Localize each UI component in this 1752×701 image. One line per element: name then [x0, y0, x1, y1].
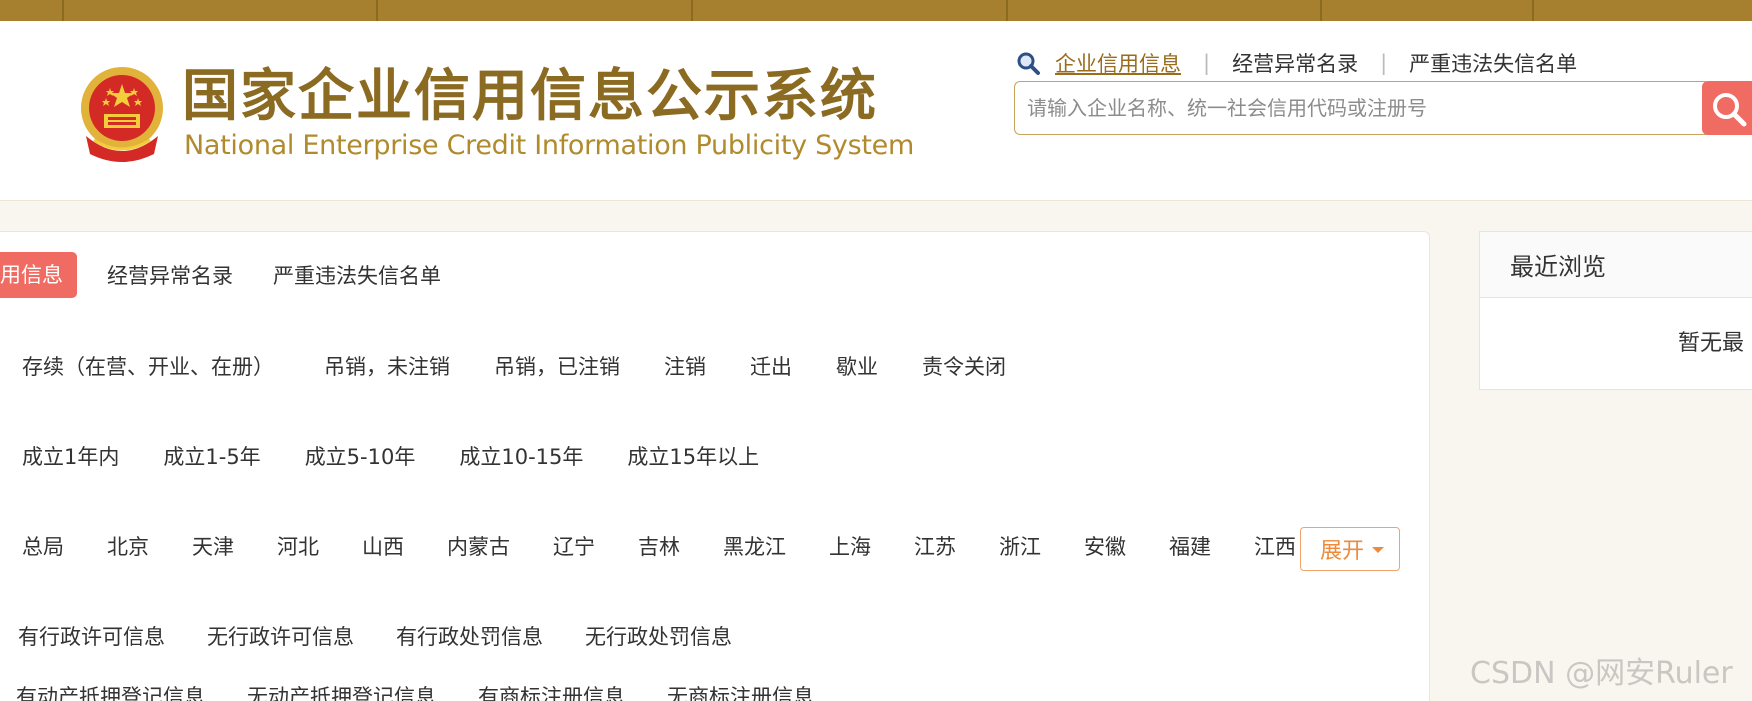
filter-row-region: 总局 北京 天津 河北 山西 内蒙古 辽宁 吉林 黑龙江 上海 江苏 浙江 安徽… — [22, 531, 1339, 561]
filter-status-option[interactable]: 注销 — [664, 351, 706, 381]
filter-status-option[interactable]: 责令关闭 — [922, 351, 1006, 381]
expand-label: 展开 — [1319, 539, 1364, 564]
filter-region-option[interactable]: 江西 — [1254, 531, 1296, 561]
filter-status-option[interactable]: 吊销，未注销 — [324, 351, 450, 381]
filter-region-option[interactable]: 辽宁 — [553, 531, 595, 561]
filter-region-option[interactable]: 福建 — [1169, 531, 1211, 561]
filter-region-option[interactable]: 天津 — [192, 531, 234, 561]
watermark: CSDN @网安Ruler — [1470, 656, 1733, 691]
filter-license-option[interactable]: 无行政许可信息 — [207, 621, 354, 651]
search-tab-blacklist[interactable]: 严重违法失信名单 — [1409, 48, 1577, 78]
filter-age-option[interactable]: 成立15年以上 — [627, 441, 759, 471]
tab-separator: | — [1380, 51, 1388, 75]
filter-status-option[interactable]: 歇业 — [836, 351, 878, 381]
banner-divider — [691, 0, 693, 21]
filter-region-option[interactable]: 总局 — [22, 531, 64, 561]
site-title-cn: 国家企业信用信息公示系统 — [182, 64, 878, 129]
filter-age-option[interactable]: 成立10-15年 — [459, 441, 583, 471]
banner-divider — [1532, 0, 1534, 21]
filter-status-option[interactable]: 存续（在营、开业、在册） — [22, 351, 274, 381]
filter-region-option[interactable]: 浙江 — [999, 531, 1041, 561]
recent-empty-text: 暂无最 — [1678, 331, 1745, 356]
filter-mortgage-option[interactable]: 有商标注册信息 — [478, 681, 625, 701]
filter-region-option[interactable]: 江苏 — [914, 531, 956, 561]
filter-row-license: 有行政许可信息 无行政许可信息 有行政处罚信息 无行政处罚信息 — [18, 621, 774, 651]
category-tab-credit[interactable]: 用信息 — [0, 252, 77, 298]
filter-row-mortgage: 有动产抵押登记信息 无动产抵押登记信息 有商标注册信息 无商标注册信息 — [16, 681, 856, 701]
search-box — [1014, 81, 1706, 135]
banner-divider — [376, 0, 378, 21]
filter-status-option[interactable]: 迁出 — [750, 351, 792, 381]
expand-regions-button[interactable]: 展开 — [1300, 527, 1400, 571]
filter-mortgage-option[interactable]: 无商标注册信息 — [667, 681, 814, 701]
filter-row-status: 存续（在营、开业、在册） 吊销，未注销 吊销，已注销 注销 迁出 歇业 责令关闭 — [22, 351, 1050, 381]
filter-license-option[interactable]: 有行政许可信息 — [18, 621, 165, 651]
filter-region-option[interactable]: 吉林 — [638, 531, 680, 561]
filter-age-option[interactable]: 成立5-10年 — [305, 441, 416, 471]
search-button[interactable] — [1702, 81, 1752, 135]
filter-row-age: 成立1年内 成立1-5年 成立5-10年 成立10-15年 成立15年以上 — [22, 441, 803, 471]
search-icon — [1713, 93, 1747, 127]
filter-region-option[interactable]: 北京 — [107, 531, 149, 561]
filter-region-option[interactable]: 山西 — [362, 531, 404, 561]
recent-title: 最近浏览 — [1480, 232, 1752, 298]
filter-region-option[interactable]: 上海 — [829, 531, 871, 561]
filter-region-option[interactable]: 内蒙古 — [447, 531, 510, 561]
top-banner-bar — [0, 0, 1752, 21]
filter-region-option[interactable]: 安徽 — [1084, 531, 1126, 561]
search-tab-credit[interactable]: 企业信用信息 — [1055, 48, 1181, 78]
banner-divider — [1006, 0, 1008, 21]
magnifier-icon — [1017, 52, 1040, 75]
filter-mortgage-option[interactable]: 无动产抵押登记信息 — [247, 681, 436, 701]
search-tab-abnormal[interactable]: 经营异常名录 — [1232, 48, 1358, 78]
filter-region-option[interactable]: 黑龙江 — [723, 531, 786, 561]
site-title-en: National Enterprise Credit Information P… — [184, 130, 914, 161]
search-input[interactable] — [1015, 82, 1706, 134]
tab-separator: | — [1203, 51, 1211, 75]
filter-age-option[interactable]: 成立1年内 — [22, 441, 119, 471]
recent-panel: 最近浏览 暂无最 — [1479, 231, 1752, 390]
national-emblem-icon — [81, 67, 163, 162]
category-tab-abnormal[interactable]: 经营异常名录 — [107, 260, 233, 290]
filter-status-option[interactable]: 吊销，已注销 — [494, 351, 620, 381]
filter-license-option[interactable]: 无行政处罚信息 — [585, 621, 732, 651]
filter-license-option[interactable]: 有行政处罚信息 — [396, 621, 543, 651]
filter-region-option[interactable]: 河北 — [277, 531, 319, 561]
banner-divider — [62, 0, 64, 21]
search-type-tabs: 企业信用信息 | 经营异常名录 | 严重违法失信名单 — [1015, 45, 1577, 81]
category-tabs: 用信息 经营异常名录 严重违法失信名单 — [0, 252, 455, 298]
filter-mortgage-option[interactable]: 有动产抵押登记信息 — [16, 681, 205, 701]
banner-divider — [1320, 0, 1322, 21]
caret-down-icon — [1372, 547, 1384, 553]
category-tab-blacklist[interactable]: 严重违法失信名单 — [273, 260, 441, 290]
filter-age-option[interactable]: 成立1-5年 — [163, 441, 260, 471]
